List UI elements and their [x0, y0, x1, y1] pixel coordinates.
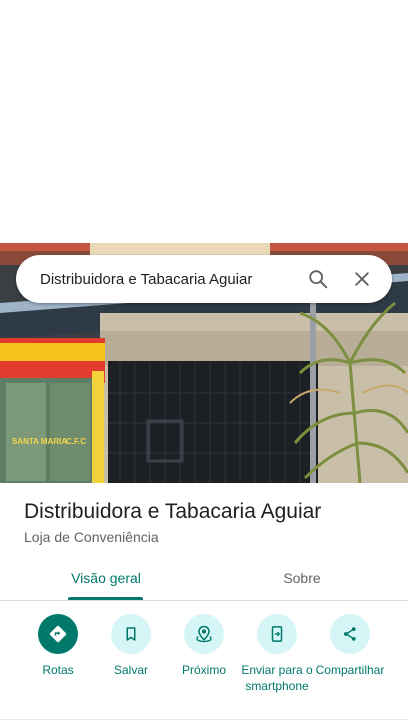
directions-button[interactable]: Rotas	[16, 614, 100, 678]
search-input[interactable]: Distribuidora e Tabacaria Aguiar	[16, 271, 296, 288]
close-icon[interactable]	[340, 257, 384, 301]
nearby-icon	[184, 614, 224, 654]
directions-label: Rotas	[42, 663, 74, 677]
tab-overview[interactable]: Visão geral	[59, 556, 153, 600]
divider	[0, 719, 408, 720]
nearby-button[interactable]: Próximo	[162, 614, 246, 678]
blank-map-area	[0, 0, 408, 243]
send-to-phone-button[interactable]: Enviar para o smartphone	[235, 614, 319, 694]
search-bar[interactable]: Distribuidora e Tabacaria Aguiar	[16, 255, 392, 303]
send-to-phone-icon	[257, 614, 297, 654]
photo-sign-santa-maria: SANTA MARIA	[12, 437, 67, 446]
search-icon[interactable]	[296, 257, 340, 301]
share-button[interactable]: Compartilhar	[308, 614, 392, 678]
tab-about[interactable]: Sobre	[255, 556, 349, 600]
place-title: Distribuidora e Tabacaria Aguiar	[24, 500, 322, 523]
share-icon	[330, 614, 370, 654]
place-category[interactable]: Loja de Conveniência	[24, 529, 159, 545]
nearby-label: Próximo	[181, 663, 226, 677]
share-label: Compartilhar	[315, 663, 385, 677]
action-buttons: Rotas Salvar Próximo Enviar para o smart…	[0, 614, 408, 714]
save-button[interactable]: Salvar	[89, 614, 173, 678]
directions-icon	[38, 614, 78, 654]
save-label: Salvar	[113, 663, 148, 677]
bookmark-icon	[111, 614, 151, 654]
active-tab-indicator	[68, 597, 143, 600]
tab-bar: Visão geral Sobre	[0, 556, 408, 601]
send-to-phone-label: Enviar para o smartphone	[241, 663, 313, 693]
photo-sign-cfc: C.F.C	[66, 437, 86, 446]
